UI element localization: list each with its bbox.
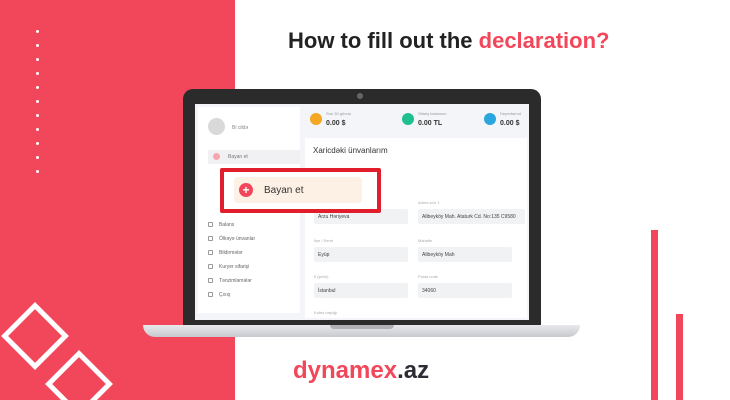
stripe-decoration [651, 230, 658, 400]
add-declaration-label: Bayan et [228, 154, 248, 160]
sidebar-item-balance[interactable]: Balans [208, 222, 234, 230]
section-title: Xaricdəki ünvanlarım [313, 146, 388, 155]
avatar[interactable] [208, 118, 225, 135]
headline: How to fill out the declaration? [288, 28, 610, 53]
field-label: İlçe / Semt [314, 238, 333, 243]
field-input[interactable]: Eyüp [314, 247, 408, 262]
add-declaration-button[interactable]: Bayan et [208, 150, 300, 164]
stat-label: Sifariş balansım [418, 111, 447, 116]
field-label: Mahalle [418, 238, 433, 243]
stripe-decoration [676, 314, 683, 400]
brand-logo: dynamex.az [293, 357, 430, 384]
field-input[interactable]: 34060 [418, 283, 512, 298]
sidebar-item-settings[interactable]: Tənzimləmələr [208, 278, 252, 286]
stat-label: Depertamnt [500, 111, 521, 116]
location-icon [208, 236, 213, 241]
wallet-icon [208, 222, 213, 227]
zoom-add-declaration-label: Bayan et [264, 185, 304, 196]
gear-icon [208, 278, 213, 283]
field-input[interactable]: Alibeyköy Mah. Ataturk Cd. No:135 C9580 [418, 209, 525, 224]
field-label: İl (şehir) [314, 274, 329, 279]
stat-label: Son 30 gündə [326, 111, 351, 116]
username: Bi cildə [232, 125, 249, 131]
stat-value: 0.00 $ [326, 120, 346, 127]
laptop-notch [330, 325, 394, 329]
plus-icon [213, 153, 220, 160]
stat-value: 0.00 $ [500, 120, 520, 127]
sidebar-item-logout[interactable]: Çıxış [208, 292, 230, 300]
brand-tld: .az [397, 357, 430, 384]
field-label: Posta code [418, 274, 439, 279]
sidebar-item-addresses[interactable]: Ölkəyə ünvanlar [208, 236, 255, 244]
laptop-camera [357, 93, 363, 99]
field-label: Kəfes başlığı [314, 310, 338, 315]
box-icon [310, 113, 322, 125]
sidebar-item-courier[interactable]: Kuryer sifarişi [208, 264, 249, 272]
sidebar-item-notifications[interactable]: Bildirmələr [208, 250, 243, 258]
field-input[interactable]: Alibeyköy Mah [418, 247, 512, 262]
bell-icon [208, 250, 213, 255]
courier-icon [208, 264, 213, 269]
card-icon [484, 113, 496, 125]
plus-icon: + [239, 183, 253, 197]
headline-accent: declaration? [478, 28, 610, 53]
lira-icon [402, 113, 414, 125]
field-input[interactable]: İstanbul [314, 283, 408, 298]
field-label: Adres sıtır 1 [418, 200, 440, 205]
logout-icon [208, 292, 213, 297]
dots-decoration [30, 30, 46, 184]
stat-value: 0.00 TL [418, 120, 443, 127]
